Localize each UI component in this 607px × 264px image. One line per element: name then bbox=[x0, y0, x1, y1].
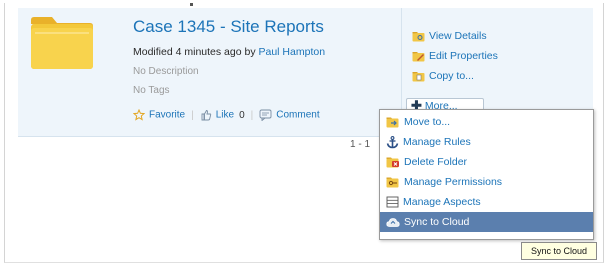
aspects-icon bbox=[386, 196, 399, 208]
divider-mark bbox=[190, 3, 193, 6]
comment-link[interactable]: Comment bbox=[259, 109, 320, 121]
star-icon bbox=[133, 109, 145, 121]
folder-copy-icon bbox=[412, 71, 425, 81]
comment-label: Comment bbox=[276, 109, 320, 121]
menu-item-sync-to-cloud[interactable]: Sync to Cloud bbox=[380, 212, 593, 232]
folder-icon[interactable] bbox=[28, 14, 98, 72]
copy-to-label: Copy to... bbox=[429, 70, 474, 82]
separator: | bbox=[191, 109, 194, 121]
favorite-label: Favorite bbox=[149, 109, 186, 121]
like-count: 0 bbox=[239, 109, 245, 121]
folder-edit-icon bbox=[412, 51, 425, 61]
view-details-action[interactable]: View Details bbox=[412, 30, 487, 42]
menu-item-label: Manage Rules bbox=[403, 136, 471, 148]
edit-properties-label: Edit Properties bbox=[429, 50, 498, 62]
modified-info: Modified 4 minutes ago by Paul Hampton bbox=[133, 46, 325, 58]
menu-item-manage-aspects[interactable]: Manage Aspects bbox=[380, 192, 593, 212]
comment-icon bbox=[259, 109, 272, 121]
description-text: No Description bbox=[133, 66, 199, 77]
more-actions-menu: Move to... Manage Rules Delete Folder Ma… bbox=[379, 109, 594, 240]
view-details-label: View Details bbox=[429, 30, 487, 42]
menu-item-move-to[interactable]: Move to... bbox=[380, 112, 593, 132]
folder-title-link[interactable]: Case 1345 - Site Reports bbox=[133, 17, 324, 37]
modified-text: Modified 4 minutes ago by bbox=[133, 46, 256, 58]
menu-item-label: Sync to Cloud bbox=[404, 216, 470, 228]
menu-item-manage-rules[interactable]: Manage Rules bbox=[380, 132, 593, 152]
social-bar: Favorite | Like 0 | Comment bbox=[133, 109, 320, 121]
edit-properties-action[interactable]: Edit Properties bbox=[412, 50, 498, 62]
menu-item-manage-permissions[interactable]: Manage Permissions bbox=[380, 172, 593, 192]
author-link[interactable]: Paul Hampton bbox=[259, 46, 326, 58]
menu-item-delete-folder[interactable]: Delete Folder bbox=[380, 152, 593, 172]
pagination-indicator: 1 - 1 bbox=[350, 139, 371, 150]
key-folder-icon bbox=[386, 177, 399, 188]
cloud-sync-icon bbox=[386, 217, 400, 227]
tags-text: No Tags bbox=[133, 85, 170, 96]
folder-view-icon bbox=[412, 31, 425, 41]
menu-item-label: Manage Permissions bbox=[404, 176, 503, 188]
favorite-link[interactable]: Favorite bbox=[133, 109, 185, 121]
move-folder-icon bbox=[386, 117, 399, 128]
like-label: Like bbox=[215, 109, 235, 121]
anchor-icon bbox=[386, 135, 399, 148]
menu-item-label: Move to... bbox=[404, 116, 451, 128]
copy-to-action[interactable]: Copy to... bbox=[412, 70, 474, 82]
tooltip: Sync to Cloud bbox=[521, 242, 597, 260]
like-link[interactable]: Like bbox=[200, 109, 234, 121]
menu-item-label: Manage Aspects bbox=[403, 196, 481, 208]
separator: | bbox=[250, 109, 254, 121]
thumbs-up-icon bbox=[201, 110, 211, 121]
delete-folder-icon bbox=[386, 157, 399, 168]
menu-item-label: Delete Folder bbox=[404, 156, 468, 168]
